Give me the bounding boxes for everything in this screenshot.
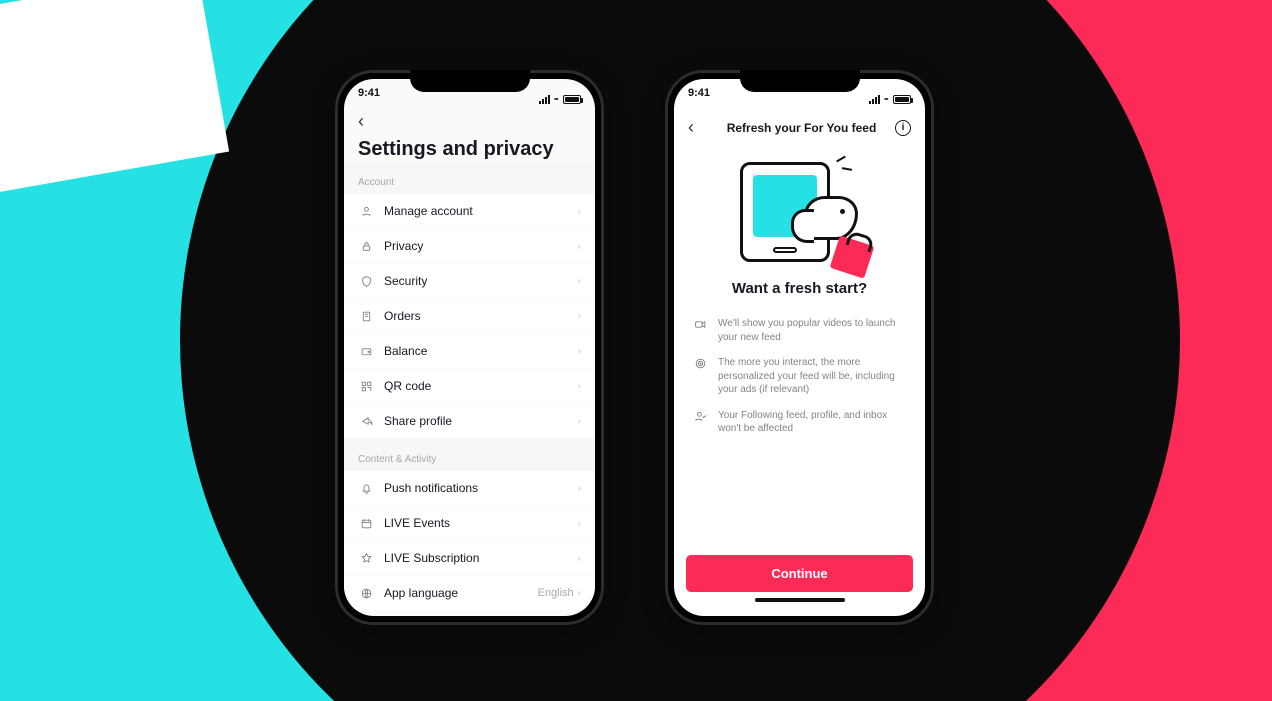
promo-background: 9:41 ⁃ ‹ Settings and privacy Account Ma… xyxy=(0,0,1272,701)
bullet-popular-videos: We'll show you popular videos to launch … xyxy=(674,311,925,350)
row-security[interactable]: Security › xyxy=(344,263,595,298)
bullet-text: The more you interact, the more personal… xyxy=(718,356,907,397)
settings-screen: 9:41 ⁃ ‹ Settings and privacy Account Ma… xyxy=(344,79,595,616)
row-label: Share profile xyxy=(374,414,578,428)
shopping-bag-icon xyxy=(829,235,874,278)
section-label-content: Content & Activity xyxy=(344,438,595,471)
row-privacy[interactable]: Privacy › xyxy=(344,228,595,263)
row-label: Privacy xyxy=(374,239,578,253)
shield-icon xyxy=(358,275,374,288)
row-qr-code[interactable]: QR code › xyxy=(344,368,595,403)
person-check-icon xyxy=(692,409,708,436)
elephant-icon xyxy=(804,196,858,240)
row-live-events[interactable]: LIVE Events › xyxy=(344,505,595,540)
row-label: LIVE Events xyxy=(374,516,578,530)
row-label: App language xyxy=(374,586,538,600)
cellular-icon xyxy=(539,95,550,104)
chevron-right-icon: › xyxy=(578,588,581,599)
phone-notch xyxy=(410,70,530,92)
row-label: Push notifications xyxy=(374,481,578,495)
chevron-right-icon: › xyxy=(578,483,581,494)
cellular-icon xyxy=(869,95,880,104)
row-label: QR code xyxy=(374,379,578,393)
fresh-start-heading: Want a fresh start? xyxy=(674,280,925,297)
page-title: Settings and privacy xyxy=(358,138,581,161)
row-manage-account[interactable]: Manage account › xyxy=(344,194,595,228)
row-live-subscription[interactable]: LIVE Subscription › xyxy=(344,540,595,575)
chevron-right-icon: › xyxy=(578,346,581,357)
row-label: Orders xyxy=(374,309,578,323)
chevron-right-icon: › xyxy=(578,416,581,427)
share-icon xyxy=(358,415,374,428)
row-share-profile[interactable]: Share profile › xyxy=(344,403,595,438)
chevron-right-icon: › xyxy=(578,518,581,529)
bell-icon xyxy=(358,482,374,495)
row-label: Manage account xyxy=(374,204,578,218)
row-orders[interactable]: Orders › xyxy=(344,298,595,333)
home-indicator xyxy=(755,598,845,602)
status-time: 9:41 xyxy=(688,87,710,111)
refresh-illustration xyxy=(720,152,880,272)
battery-icon xyxy=(893,95,911,104)
target-icon xyxy=(692,356,708,397)
status-icons: ⁃ xyxy=(539,87,582,111)
language-icon xyxy=(358,587,374,600)
phone-notch xyxy=(740,70,860,92)
refresh-screen: 9:41 ⁃ ‹ Refresh your For You feed i Wan… xyxy=(674,79,925,616)
chevron-right-icon: › xyxy=(578,553,581,564)
lock-icon xyxy=(358,240,374,253)
wifi-icon: ⁃ xyxy=(884,93,890,106)
bullet-text: We'll show you popular videos to launch … xyxy=(718,317,907,344)
continue-button[interactable]: Continue xyxy=(686,555,913,592)
page-title: Refresh your For You feed xyxy=(727,121,877,135)
bullet-text: Your Following feed, profile, and inbox … xyxy=(718,409,907,436)
info-icon[interactable]: i xyxy=(895,120,911,136)
phone-mockup-refresh: 9:41 ⁃ ‹ Refresh your For You feed i Wan… xyxy=(665,70,934,625)
section-label-account: Account xyxy=(344,161,595,194)
video-icon xyxy=(692,317,708,344)
wifi-icon: ⁃ xyxy=(554,93,560,106)
row-label: Balance xyxy=(374,344,578,358)
wallet-icon xyxy=(358,345,374,358)
chevron-right-icon: › xyxy=(578,206,581,217)
chevron-right-icon: › xyxy=(578,276,581,287)
status-time: 9:41 xyxy=(358,87,380,111)
bullet-unaffected: Your Following feed, profile, and inbox … xyxy=(674,403,925,442)
person-icon xyxy=(358,205,374,218)
status-icons: ⁃ xyxy=(869,87,912,111)
row-app-language[interactable]: App language English › xyxy=(344,575,595,610)
chevron-right-icon: › xyxy=(578,241,581,252)
phone-mockup-settings: 9:41 ⁃ ‹ Settings and privacy Account Ma… xyxy=(335,70,604,625)
calendar-icon xyxy=(358,517,374,530)
qr-icon xyxy=(358,380,374,393)
chevron-right-icon: › xyxy=(578,381,581,392)
row-balance[interactable]: Balance › xyxy=(344,333,595,368)
bullet-personalization: The more you interact, the more personal… xyxy=(674,350,925,403)
battery-icon xyxy=(563,95,581,104)
row-label: LIVE Subscription xyxy=(374,551,578,565)
receipt-icon xyxy=(358,310,374,323)
back-button[interactable]: ‹ xyxy=(358,111,378,132)
row-label: Security xyxy=(374,274,578,288)
chevron-right-icon: › xyxy=(578,311,581,322)
row-push-notifications[interactable]: Push notifications › xyxy=(344,471,595,505)
back-button[interactable]: ‹ xyxy=(688,117,708,138)
star-icon xyxy=(358,552,374,565)
row-value: English xyxy=(538,587,574,599)
